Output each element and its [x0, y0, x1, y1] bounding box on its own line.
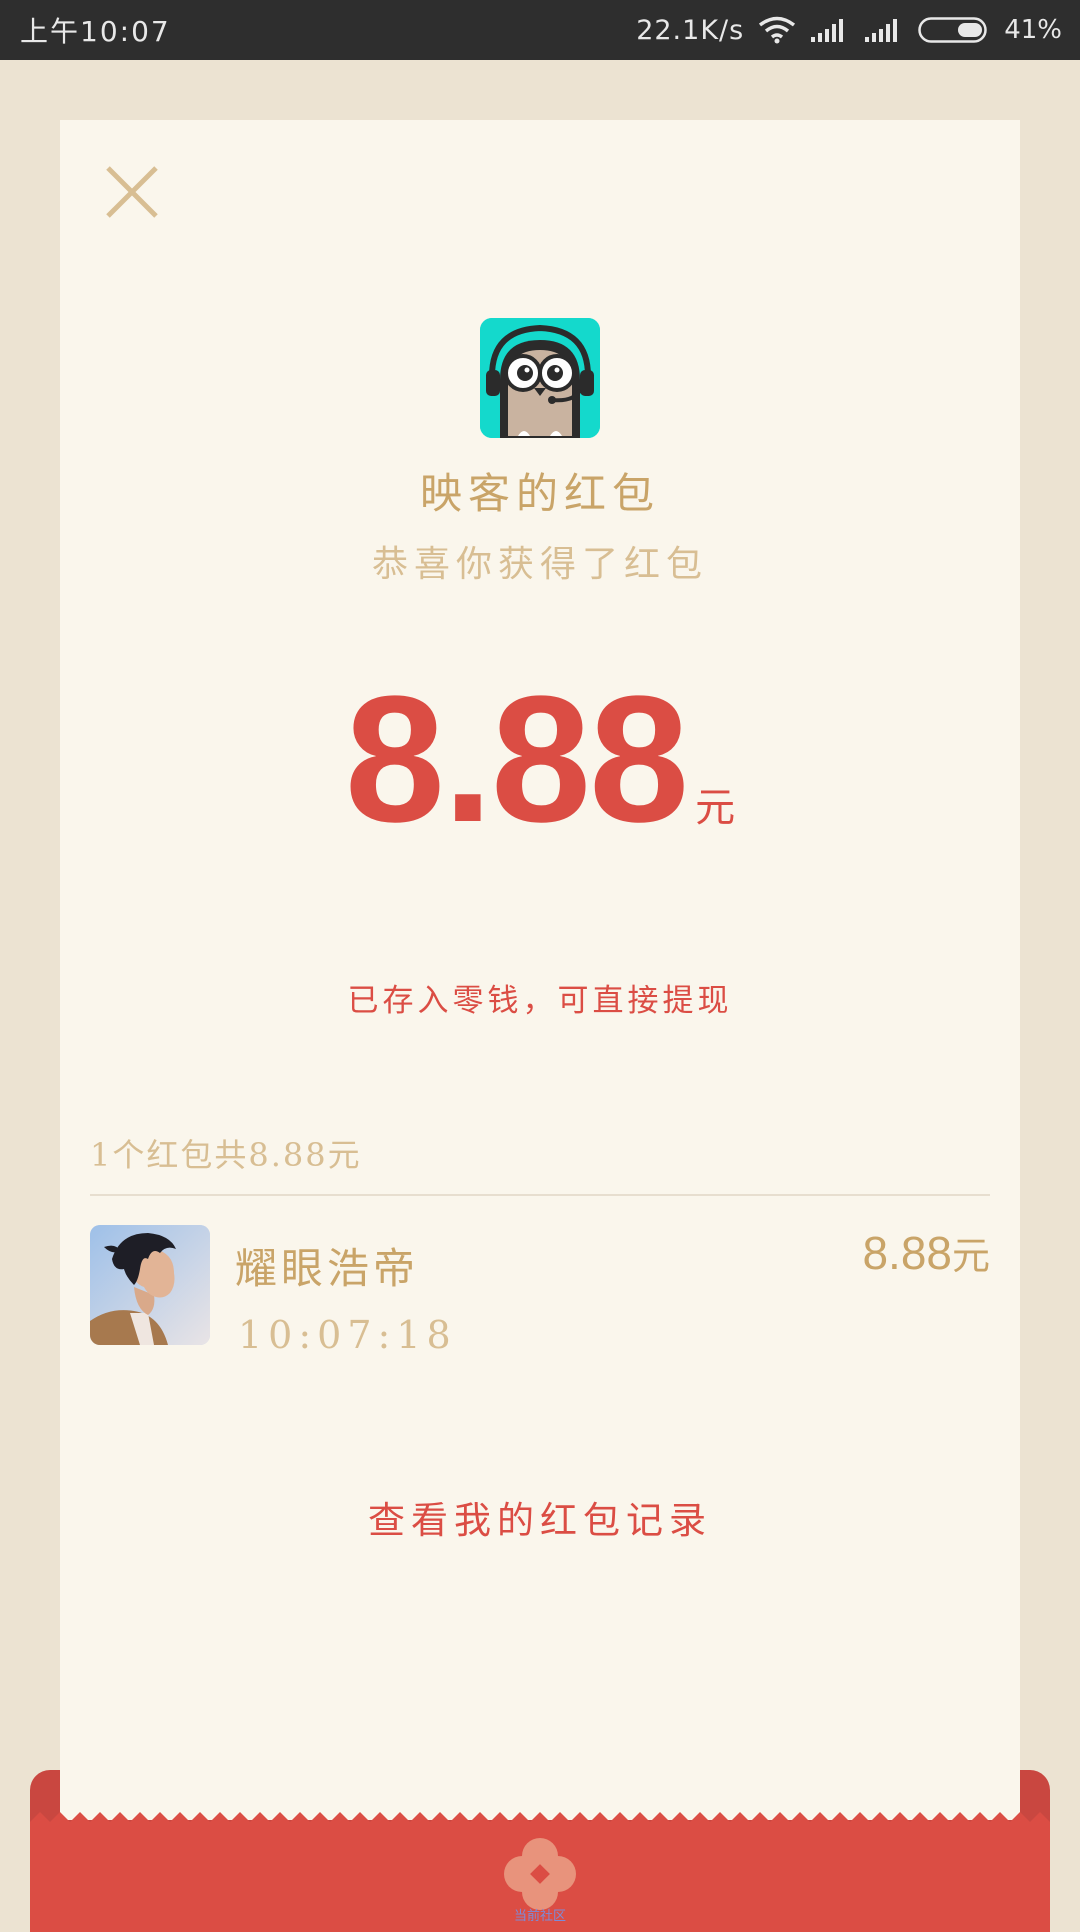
signal-icon-2: [864, 17, 904, 43]
network-speed: 22.1K/s: [636, 14, 745, 46]
receiver-time: 10:07:18: [238, 1313, 457, 1357]
status-right-group: 22.1K/s 41%: [636, 10, 1062, 50]
receiver-amount-unit: 元: [951, 1234, 990, 1278]
avatar[interactable]: [90, 1225, 210, 1345]
sender-subtitle: 恭喜你获得了红包: [371, 544, 708, 585]
amount-value: 8.88: [344, 659, 689, 860]
amount-note: 已存入零钱，可直接提现: [347, 983, 733, 1019]
receiver-row[interactable]: 耀眼浩帝 10:07:18 8.88元: [90, 1225, 990, 1365]
view-history-link[interactable]: 查看我的红包记录: [60, 1490, 1020, 1544]
signal-icon: [810, 17, 850, 43]
red-packet-detail-card: 映客的红包 恭喜你获得了红包 8.88 元 已存入零钱，可直接提现 1个红包共8.…: [60, 120, 1020, 1820]
sender-title: 映客的红包: [419, 469, 660, 518]
community-logo-icon: [500, 1834, 580, 1914]
packet-summary: 1个红包共8.88元: [90, 1136, 362, 1174]
amount-display: 8.88 元: [60, 660, 1020, 860]
battery-percent: 41%: [1004, 15, 1062, 45]
status-time: 上午10:07: [20, 15, 171, 48]
receiver-amount-value: 8.88: [862, 1227, 952, 1279]
wifi-icon: [758, 16, 796, 44]
envelope-caption: 当前社区: [513, 1909, 566, 1924]
receiver-name: 耀眼浩帝: [235, 1244, 420, 1293]
battery-icon: [918, 16, 990, 44]
status-bar: 上午10:07 22.1K/s 41%: [0, 0, 1080, 60]
divider: [90, 1194, 990, 1196]
close-icon: [106, 166, 158, 218]
close-button[interactable]: [102, 162, 162, 222]
amount-unit: 元: [695, 785, 736, 831]
receiver-amount: 8.88元: [862, 1225, 990, 1280]
owl-app-icon: [480, 318, 600, 438]
